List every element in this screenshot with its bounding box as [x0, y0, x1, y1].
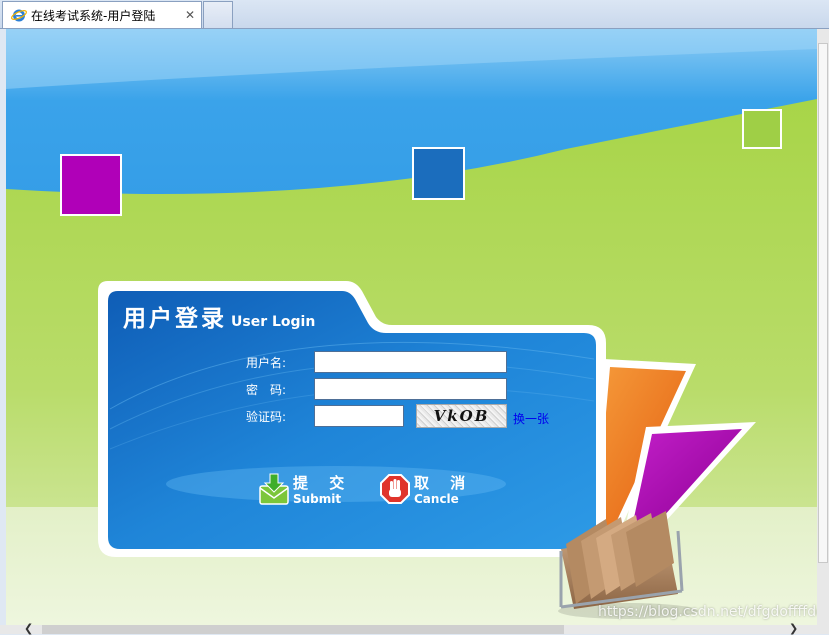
login-title-cn: 用户登录: [123, 306, 227, 332]
watermark: https://blog.csdn.net/dfgdoffffdd: [598, 604, 817, 620]
browser-tab-strip: 在线考试系统-用户登陆 ✕: [0, 0, 829, 29]
login-title: 用户登录 User Login: [123, 299, 315, 333]
horizontal-scrollbar[interactable]: ❮ ❯: [0, 622, 829, 635]
captcha-label: 验证码:: [245, 410, 286, 424]
submit-label-cn: 提 交: [293, 473, 353, 492]
download-arrow-icon: [259, 473, 289, 505]
login-title-en: User Login: [231, 314, 316, 330]
username-label: 用户名:: [245, 356, 286, 370]
vertical-scroll-thumb[interactable]: [818, 43, 828, 563]
page-viewport: 用户登录 User Login 用户名: 密 码: 验证码: VkOB 换一张 提…: [6, 29, 817, 625]
cancel-label-cn: 取 消: [414, 473, 474, 492]
captcha-image[interactable]: VkOB: [416, 404, 507, 428]
vertical-scrollbar[interactable]: [817, 29, 829, 625]
scroll-left-arrow-icon[interactable]: ❮: [24, 622, 33, 635]
cancel-button[interactable]: 取 消 Cancle: [379, 469, 473, 511]
submit-label-en: Submit: [293, 491, 342, 506]
ie-logo-icon: [11, 9, 27, 22]
password-input[interactable]: [314, 378, 507, 400]
horizontal-scroll-thumb[interactable]: [42, 625, 564, 634]
captcha-input[interactable]: [314, 405, 404, 427]
submit-button[interactable]: 提 交 Submit: [258, 469, 352, 511]
stop-hand-icon: [380, 474, 410, 504]
refresh-captcha-link[interactable]: 换一张: [513, 410, 549, 427]
tab-title: 在线考试系统-用户登陆: [31, 8, 156, 23]
close-tab-icon[interactable]: ✕: [185, 8, 195, 22]
scroll-right-arrow-icon[interactable]: ❯: [789, 622, 798, 635]
password-label: 密 码:: [245, 383, 286, 397]
new-tab-button[interactable]: [203, 1, 233, 28]
cancel-label-en: Cancle: [414, 491, 459, 506]
browser-tab[interactable]: 在线考试系统-用户登陆 ✕: [2, 1, 202, 28]
username-input[interactable]: [314, 351, 507, 373]
